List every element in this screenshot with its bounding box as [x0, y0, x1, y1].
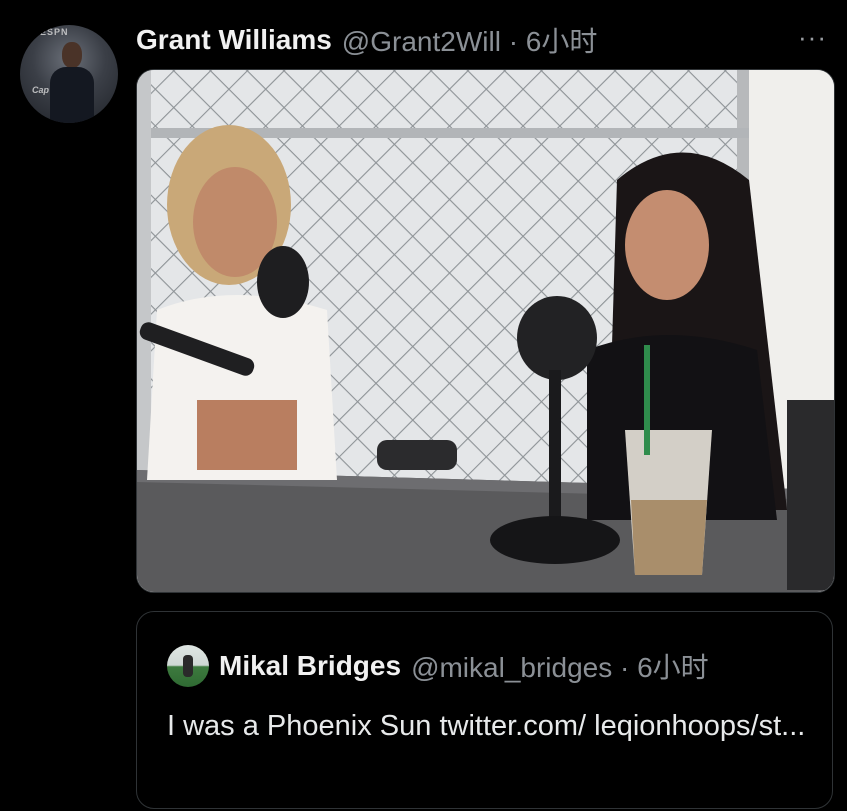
tweet-header: Grant Williams @Grant2Will · 6小时 ···: [136, 20, 827, 60]
quoted-tweet-text[interactable]: I was a Phoenix Sun twitter.com/ leqionh…: [167, 704, 807, 748]
more-options-icon[interactable]: ···: [798, 22, 827, 53]
author-handle-time[interactable]: @Grant2Will · 6小时: [342, 20, 598, 60]
avatar-logo-text: ESPN: [40, 27, 69, 37]
avatar-person-figure: [183, 655, 193, 677]
avatar-person-head: [62, 42, 82, 68]
quoted-author-avatar[interactable]: [167, 645, 209, 687]
author-avatar[interactable]: ESPN Cap: [20, 25, 118, 123]
quoted-tweet-header: Mikal Bridges @mikal_bridges · 6小时: [219, 646, 709, 686]
author-name[interactable]: Grant Williams: [136, 24, 332, 56]
tweet-media-image[interactable]: [136, 69, 835, 593]
quoted-author-handle-time[interactable]: @mikal_bridges · 6小时: [411, 646, 709, 686]
avatar-cap-text: Cap: [32, 85, 50, 95]
quoted-tweet[interactable]: Mikal Bridges @mikal_bridges · 6小时 I was…: [136, 611, 833, 809]
podcast-photo: [137, 70, 834, 592]
avatar-person-body: [50, 67, 94, 123]
quoted-author-name[interactable]: Mikal Bridges: [219, 650, 401, 682]
